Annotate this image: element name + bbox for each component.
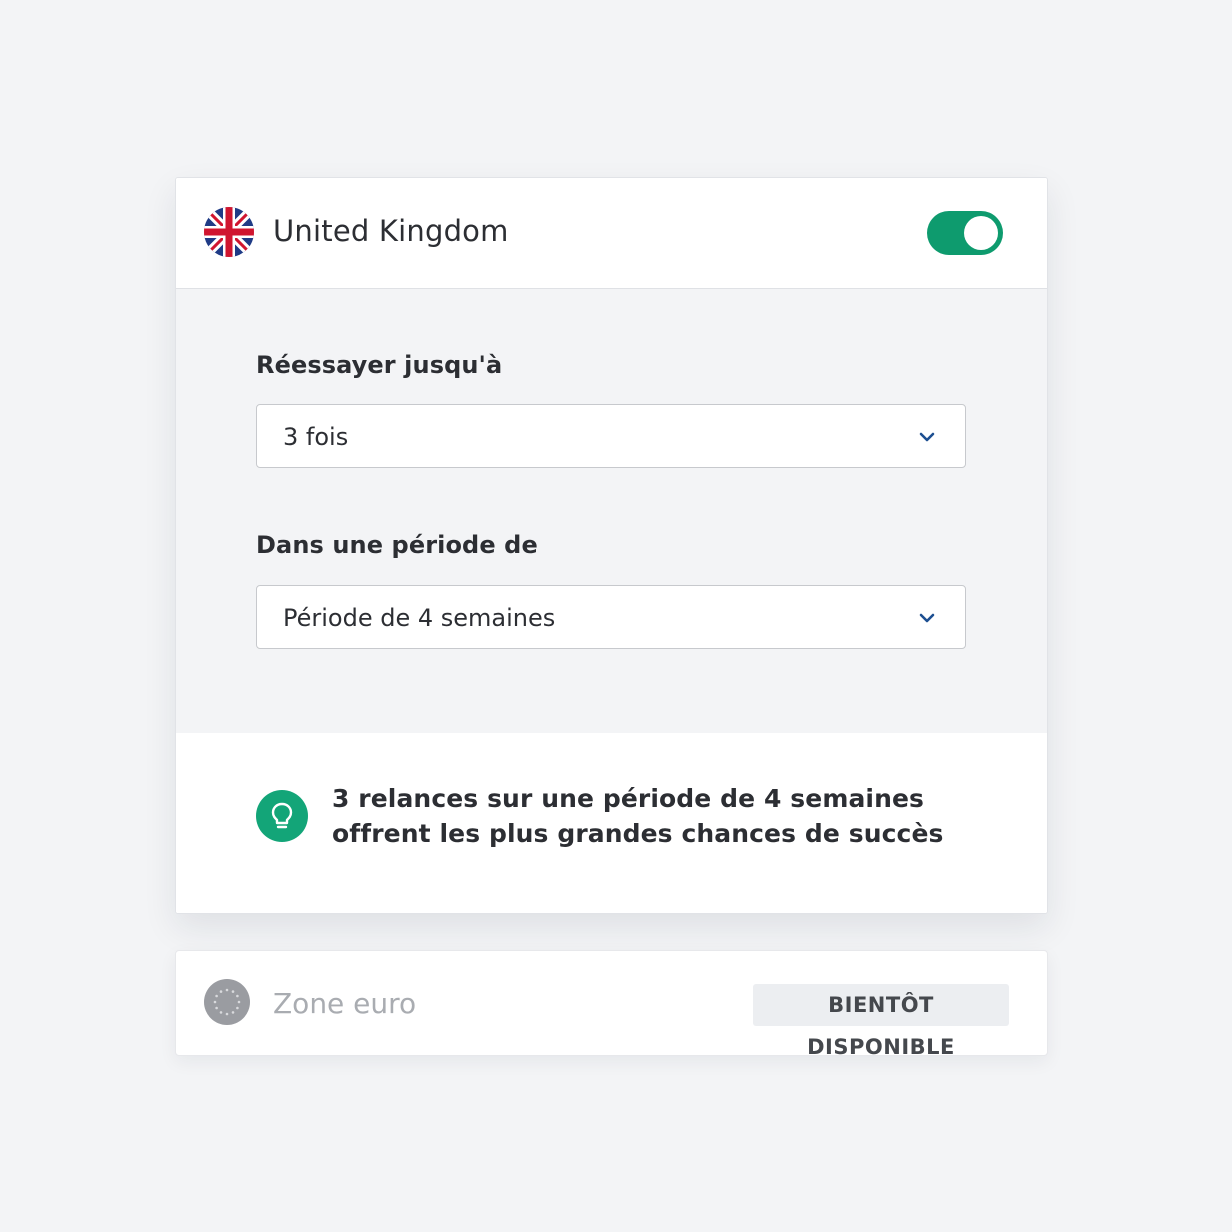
chevron-down-icon (919, 432, 935, 442)
retry-count-select[interactable]: 3 fois (256, 404, 966, 468)
retry-period-value: Période de 4 semaines (283, 604, 556, 632)
coming-soon-badge: BIENTÔT DISPONIBLE (753, 984, 1009, 1059)
card-header: United Kingdom (176, 178, 1047, 289)
recommendation-tip: 3 relances sur une période de 4 semaines… (176, 733, 1047, 913)
tip-text-line-2: offrent les plus grandes chances de succ… (332, 819, 944, 848)
retry-count-label: Réessayer jusqu'à (256, 351, 503, 379)
country-title: United Kingdom (273, 214, 509, 248)
chevron-down-icon (919, 613, 935, 623)
country-title: Zone euro (273, 987, 417, 1020)
country-enabled-toggle[interactable] (927, 211, 1003, 255)
lightbulb-icon (256, 790, 308, 842)
eu-flag-icon (204, 979, 250, 1025)
retry-period-select[interactable]: Période de 4 semaines (256, 585, 966, 649)
country-card-eurozone: Zone euro BIENTÔT DISPONIBLE (175, 950, 1048, 1059)
retry-period-label: Dans une période de (256, 531, 538, 559)
uk-flag-icon (204, 207, 254, 257)
tip-text-line-1: 3 relances sur une période de 4 semaines (332, 784, 925, 813)
retry-count-value: 3 fois (283, 423, 349, 451)
retry-settings-panel: Réessayer jusqu'à 3 fois Dans une périod… (176, 289, 1047, 733)
country-card-uk: United Kingdom Réessayer jusqu'à 3 fois … (175, 177, 1048, 914)
toggle-knob (964, 216, 998, 250)
tip-text: 3 relances sur une période de 4 semaines… (332, 781, 972, 851)
